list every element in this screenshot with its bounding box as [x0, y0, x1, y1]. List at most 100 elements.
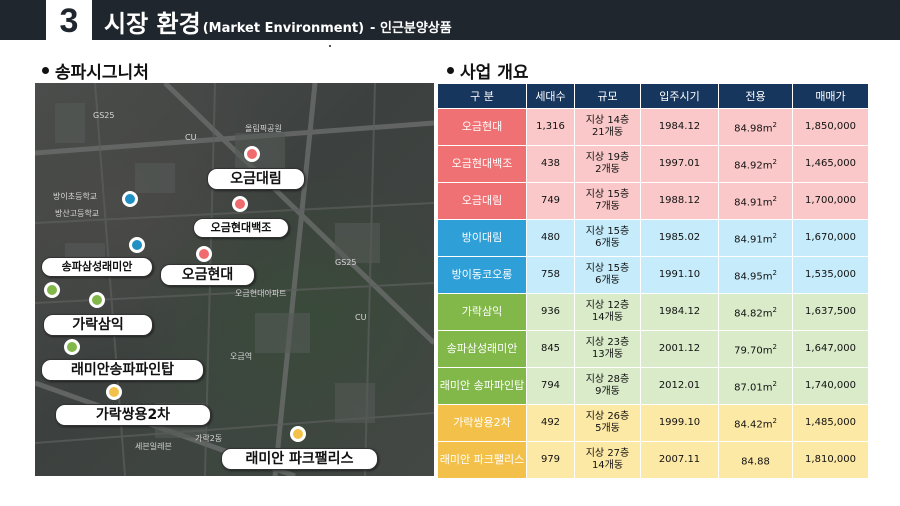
map-pin-bangi-daerim[interactable]: [122, 191, 138, 207]
place-label: 방산고등학교: [55, 209, 100, 218]
column-header: 매매가: [792, 83, 869, 109]
cell-area-value: 84.95m: [734, 271, 773, 283]
cell-area: 79.70m2: [718, 330, 793, 368]
section-number: 3: [46, 0, 92, 42]
table-row: 송파삼성래미안 845 지상 23층 13개동 2001.12 79.70m2 1,647,…: [437, 330, 869, 368]
map-pin-bangi-kolon[interactable]: [129, 237, 145, 253]
table-header-row: 구 분 세대수 규모 입주시기 전용 매매가: [437, 83, 869, 109]
cell-name: 래미안 송파파인탑: [437, 367, 527, 405]
cell-date: 1997.01: [640, 145, 719, 183]
map-pin-ogeum-hyundai-baekjo[interactable]: [232, 196, 248, 212]
cell-area-value: 84.88: [741, 456, 770, 468]
cell-area: 84.95m2: [718, 256, 793, 294]
cell-area: 84.82m2: [718, 293, 793, 331]
map-pin-raemian-park-palace[interactable]: [290, 426, 306, 442]
cell-price: 1,850,000: [792, 108, 869, 146]
place-label: 오금현대아파트: [235, 289, 287, 298]
place-label: 올림픽공원: [245, 124, 282, 133]
table-row: 방이대림 480 지상 15층 6개동 1985.02 84.91m2 1,670,000: [437, 219, 869, 257]
cell-scale-buildings: 21개동: [591, 127, 624, 138]
cell-area-unit-sup: 2: [772, 379, 777, 388]
cell-units: 794: [526, 367, 575, 405]
cell-scale: 지상 26층 5개동: [574, 404, 641, 442]
place-label: CU: [355, 313, 367, 322]
table-row: 래미안 송파파인탑 794 지상 28층 9개동 2012.01 87.01m2 1,740…: [437, 367, 869, 405]
cell-area: 84.91m2: [718, 182, 793, 220]
cell-price: 1,700,000: [792, 182, 869, 220]
cell-scale-buildings: 9개동: [595, 386, 620, 397]
page-title-main: 시장 환경: [104, 10, 201, 38]
cell-scale-floors: 지상 15층: [585, 226, 630, 237]
map-pin-ogeum-daerim[interactable]: [244, 146, 260, 162]
cell-date: 1991.10: [640, 256, 719, 294]
cell-scale: 지상 15층 6개동: [574, 256, 641, 294]
table-row: 가락쌍용2차 492 지상 26층 5개동 1999.10 84.42m2 1,485,00…: [437, 404, 869, 442]
cell-units: 480: [526, 219, 575, 257]
map-label-garak-samik[interactable]: 가락삼익: [43, 314, 153, 336]
cell-price: 1,637,500: [792, 293, 869, 331]
cell-scale-floors: 지상 15층: [585, 263, 630, 274]
cell-area: 84.42m2: [718, 404, 793, 442]
cell-scale: 지상 15층 6개동: [574, 219, 641, 257]
cell-price: 1,485,000: [792, 404, 869, 442]
map-label-songpa-samsung-raemian[interactable]: 송파삼성래미안: [41, 257, 153, 277]
cell-units: 492: [526, 404, 575, 442]
map-label-ogeum-hyundai[interactable]: 오금현대: [160, 264, 255, 286]
cell-scale-buildings: 7개동: [595, 201, 620, 212]
project-overview-table: 구 분 세대수 규모 입주시기 전용 매매가 오금현대 1,316 지상 14층 21…: [437, 83, 869, 479]
cell-scale: 지상 12층 14개동: [574, 293, 641, 331]
satellite-map[interactable]: GS25 CU 방이초등학교 올림픽공원 방산고등학교 오금역 GS25 CU …: [35, 83, 434, 476]
cell-scale-floors: 지상 27층: [585, 448, 630, 459]
cell-units: 936: [526, 293, 575, 331]
map-pin-garak-samik[interactable]: [89, 292, 105, 308]
cell-name: 방이동코오롱: [437, 256, 527, 294]
bullet-icon: [42, 67, 49, 74]
decor-dot: [329, 45, 331, 47]
cell-price: 1,647,000: [792, 330, 869, 368]
column-header: 구 분: [437, 83, 527, 109]
cell-units: 438: [526, 145, 575, 183]
map-label-garak-ssangyong[interactable]: 가락쌍용2차: [55, 404, 211, 426]
cell-scale: 지상 28층 9개동: [574, 367, 641, 405]
map-label-raemian-songpa-paintap[interactable]: 래미안송파파인탑: [41, 359, 204, 381]
map-label-raemian-park-palace[interactable]: 래미안 파크팰리스: [221, 448, 378, 470]
map-label-ogeum-hyundai-baekjo[interactable]: 오금현대백조: [193, 218, 289, 238]
cell-scale-buildings: 6개동: [595, 238, 620, 249]
map-pin-raemian-songpa-paintap[interactable]: [64, 339, 80, 355]
cell-name: 래미안 파크팰리스: [437, 441, 527, 479]
cell-name: 방이대림: [437, 219, 527, 257]
cell-area-value: 84.98m: [734, 123, 773, 135]
cell-scale: 지상 14층 21개동: [574, 108, 641, 146]
cell-area-unit-sup: 2: [772, 268, 777, 277]
cell-price: 1,810,000: [792, 441, 869, 479]
map-label-ogeum-daerim[interactable]: 오금대림: [207, 168, 305, 190]
cell-scale-floors: 지상 19층: [585, 152, 630, 163]
cell-price: 1,670,000: [792, 219, 869, 257]
cell-area-value: 84.91m: [734, 197, 773, 209]
cell-units: 758: [526, 256, 575, 294]
cell-scale: 지상 23층 13개동: [574, 330, 641, 368]
map-pin-garak-ssangyong[interactable]: [106, 384, 122, 400]
place-label: 오금역: [230, 352, 253, 361]
cell-price: 1,535,000: [792, 256, 869, 294]
map-pin-songpa-samsung-raemian[interactable]: [44, 282, 60, 298]
map-pin-ogeum-hyundai[interactable]: [196, 246, 212, 262]
cell-scale-floors: 지상 14층: [585, 115, 630, 126]
cell-date: 2007.11: [640, 441, 719, 479]
cell-name: 오금대림: [437, 182, 527, 220]
cell-area-value: 87.01m: [734, 382, 773, 394]
cell-date: 1984.12: [640, 293, 719, 331]
cell-name: 오금현대백조: [437, 145, 527, 183]
cell-date: 1999.10: [640, 404, 719, 442]
cell-units: 979: [526, 441, 575, 479]
cell-scale: 지상 27층 14개동: [574, 441, 641, 479]
cell-scale: 지상 15층 7개동: [574, 182, 641, 220]
cell-scale-floors: 지상 12층: [585, 300, 630, 311]
cell-area-value: 79.70m: [734, 345, 773, 357]
page-title-subtitle: (Market Environment): [202, 21, 365, 36]
table-section-title: 사업 개요: [447, 58, 528, 83]
table-row: 오금대림 749 지상 15층 7개동 1988.12 84.91m2 1,700,000: [437, 182, 869, 220]
cell-units: 1,316: [526, 108, 575, 146]
cell-scale-buildings: 2개동: [595, 164, 620, 175]
cell-scale-buildings: 5개동: [595, 423, 620, 434]
